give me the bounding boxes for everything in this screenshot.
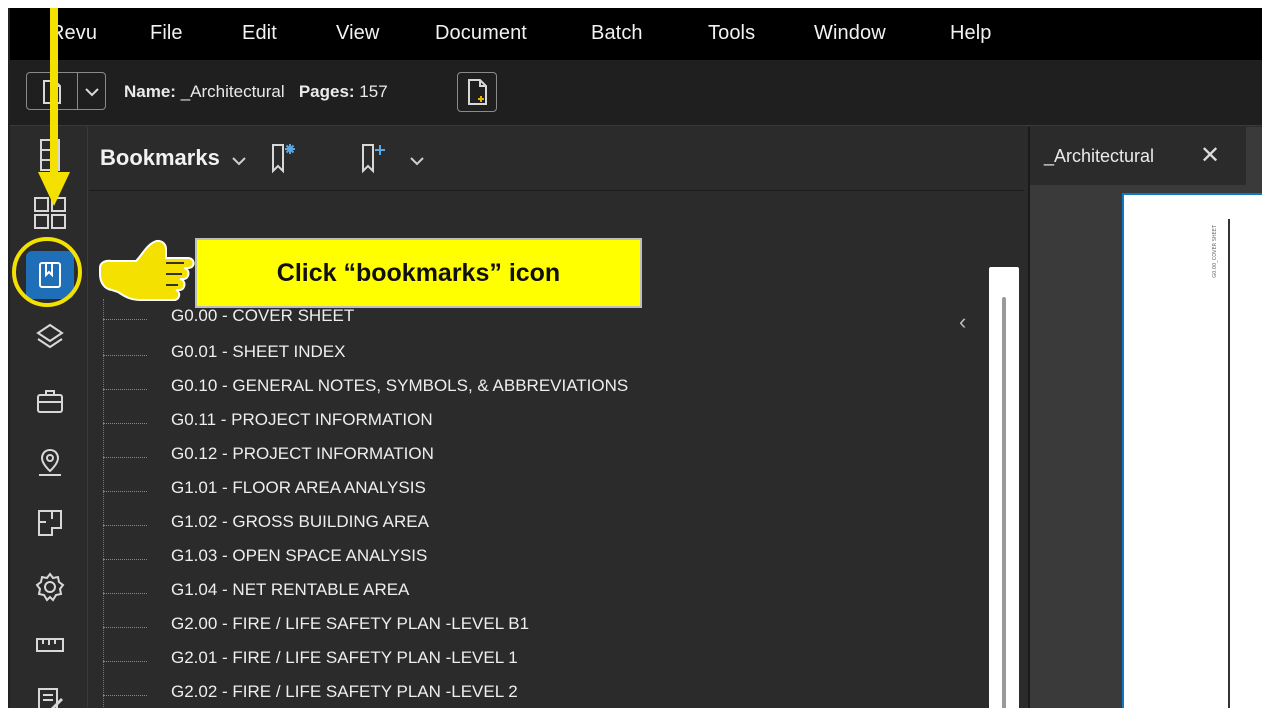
bookmark-item[interactable]: G1.04 - NET RENTABLE AREA bbox=[103, 573, 923, 607]
markups-button[interactable] bbox=[30, 681, 70, 708]
pointing-hand-icon bbox=[99, 239, 195, 301]
places-icon bbox=[39, 448, 61, 476]
bookmark-item[interactable]: G0.10 - GENERAL NOTES, SYMBOLS, & ABBREV… bbox=[103, 369, 923, 403]
bookmarks-panel-header: Bookmarks bbox=[89, 127, 1024, 191]
chevron-down-icon bbox=[85, 88, 99, 97]
document-tab[interactable]: _Architectural ✕ bbox=[1030, 127, 1246, 185]
menu-bar: Revu File Edit View Document Batch Tools… bbox=[10, 8, 1262, 60]
document-info: Name: _Architectural Pages: 157 bbox=[124, 82, 388, 102]
chevron-down-icon[interactable] bbox=[409, 155, 425, 167]
document-toolbar: Name: _Architectural Pages: 157 bbox=[10, 60, 1262, 126]
close-icon[interactable]: ✕ bbox=[1200, 141, 1220, 170]
settings-button[interactable] bbox=[30, 567, 70, 607]
auto-bookmark-icon[interactable] bbox=[269, 141, 299, 175]
menu-window[interactable]: Window bbox=[814, 22, 886, 45]
panel-title[interactable]: Bookmarks bbox=[100, 145, 220, 171]
menu-document[interactable]: Document bbox=[435, 22, 527, 45]
page-title-block: G0.00_COVER SHEET bbox=[1212, 225, 1218, 278]
document-pane: _Architectural ✕ G0.00_COVER SHEET bbox=[1028, 127, 1262, 708]
settings-icon bbox=[35, 572, 65, 602]
add-bookmark-icon[interactable] bbox=[359, 141, 389, 175]
bookmark-item[interactable]: G0.01 - SHEET INDEX bbox=[103, 335, 923, 369]
menu-help[interactable]: Help bbox=[950, 22, 992, 45]
page-view[interactable]: G0.00_COVER SHEET bbox=[1122, 193, 1262, 708]
document-dropdown[interactable] bbox=[26, 72, 106, 110]
collapse-panel-icon[interactable]: ‹ bbox=[959, 309, 966, 335]
bookmark-item[interactable]: G1.01 - FLOOR AREA ANALYSIS bbox=[103, 471, 923, 505]
bookmark-item[interactable]: G1.02 - GROSS BUILDING AREA bbox=[103, 505, 923, 539]
layers-button[interactable] bbox=[30, 317, 70, 357]
scroll-thumb[interactable] bbox=[1002, 297, 1006, 708]
name-label: Name: bbox=[124, 82, 176, 101]
bookmark-item[interactable]: G2.01 - FIRE / LIFE SAFETY PLAN -LEVEL 1 bbox=[103, 641, 923, 675]
insert-page-icon bbox=[468, 79, 487, 105]
bookmark-item[interactable]: G2.00 - FIRE / LIFE SAFETY PLAN -LEVEL B… bbox=[103, 607, 923, 641]
toolbox-icon bbox=[37, 390, 63, 413]
menu-tools[interactable]: Tools bbox=[708, 22, 755, 45]
insert-page-button[interactable] bbox=[457, 72, 497, 112]
page-border-line bbox=[1228, 219, 1230, 708]
bookmarks-scrollbar[interactable] bbox=[989, 267, 1019, 708]
pages-value: 157 bbox=[359, 82, 388, 101]
bookmarks-panel: Bookmarks G0.00 - COVER SHEET G0.01 - SH… bbox=[89, 127, 1024, 708]
bookmark-item[interactable]: G1.03 - OPEN SPACE ANALYSIS bbox=[103, 539, 923, 573]
instruction-callout: Click “bookmarks” icon bbox=[195, 238, 642, 308]
spaces-icon bbox=[38, 510, 62, 536]
bookmark-item[interactable]: G2.02 - FIRE / LIFE SAFETY PLAN -LEVEL 2 bbox=[103, 675, 923, 708]
bookmark-item[interactable]: G0.11 - PROJECT INFORMATION bbox=[103, 403, 923, 437]
annotation-arrow-shaft bbox=[50, 8, 58, 174]
chevron-down-icon[interactable] bbox=[231, 155, 247, 167]
places-button[interactable] bbox=[30, 443, 70, 483]
menu-batch[interactable]: Batch bbox=[591, 22, 643, 45]
layers-icon bbox=[36, 323, 64, 349]
side-rail bbox=[10, 127, 88, 708]
menu-view[interactable]: View bbox=[336, 22, 379, 45]
name-value: _Architectural bbox=[180, 82, 285, 101]
toolbox-button[interactable] bbox=[30, 381, 70, 421]
app-window: Revu File Edit View Document Batch Tools… bbox=[8, 8, 1262, 708]
bookmark-item[interactable]: G0.12 - PROJECT INFORMATION bbox=[103, 437, 923, 471]
document-tab-label: _Architectural bbox=[1044, 146, 1155, 166]
markups-icon bbox=[38, 688, 63, 708]
menu-edit[interactable]: Edit bbox=[242, 22, 277, 45]
pages-label: Pages: bbox=[298, 82, 355, 101]
annotation-highlight-circle bbox=[12, 237, 82, 307]
spaces-button[interactable] bbox=[30, 503, 70, 543]
measure-button[interactable] bbox=[30, 625, 70, 665]
measure-icon bbox=[36, 638, 64, 652]
annotation-arrow-head bbox=[38, 172, 70, 206]
instruction-callout-text: Click “bookmarks” icon bbox=[276, 258, 561, 287]
menu-file[interactable]: File bbox=[150, 22, 183, 45]
